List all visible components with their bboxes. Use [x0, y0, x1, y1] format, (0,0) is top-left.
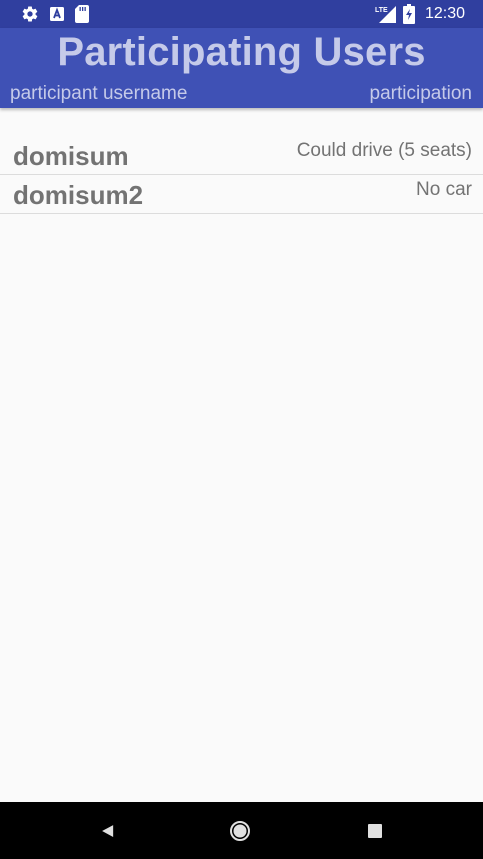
participant-username: domisum2	[13, 180, 144, 210]
column-header-participation: participation	[369, 83, 472, 104]
participant-list: domisum Could drive (5 seats) domisum2 N…	[0, 136, 483, 214]
home-icon[interactable]	[229, 820, 251, 842]
list-item[interactable]: domisum Could drive (5 seats)	[0, 136, 483, 175]
status-bar-notifications	[21, 5, 89, 23]
status-bar-system: LTE 12:30	[375, 4, 465, 24]
navigation-bar	[0, 802, 483, 859]
column-header-username: participant username	[10, 83, 188, 104]
battery-charging-icon	[402, 4, 415, 24]
lte-signal-icon: LTE	[375, 4, 397, 24]
status-bar: LTE 12:30	[0, 0, 483, 28]
keyboard-a-icon	[49, 6, 65, 22]
participant-participation: No car	[416, 179, 472, 200]
svg-text:LTE: LTE	[375, 7, 388, 14]
page-title: Participating Users	[57, 30, 426, 74]
list-item[interactable]: domisum2 No car	[0, 175, 483, 214]
sd-card-icon	[75, 5, 89, 23]
app-header: Participating Users participant username…	[0, 28, 483, 108]
status-time: 12:30	[424, 5, 465, 22]
recents-icon[interactable]	[364, 820, 386, 842]
gear-icon	[21, 5, 39, 23]
back-icon[interactable]	[97, 820, 119, 842]
participant-username: domisum	[13, 141, 129, 171]
participant-participation: Could drive (5 seats)	[296, 140, 472, 161]
